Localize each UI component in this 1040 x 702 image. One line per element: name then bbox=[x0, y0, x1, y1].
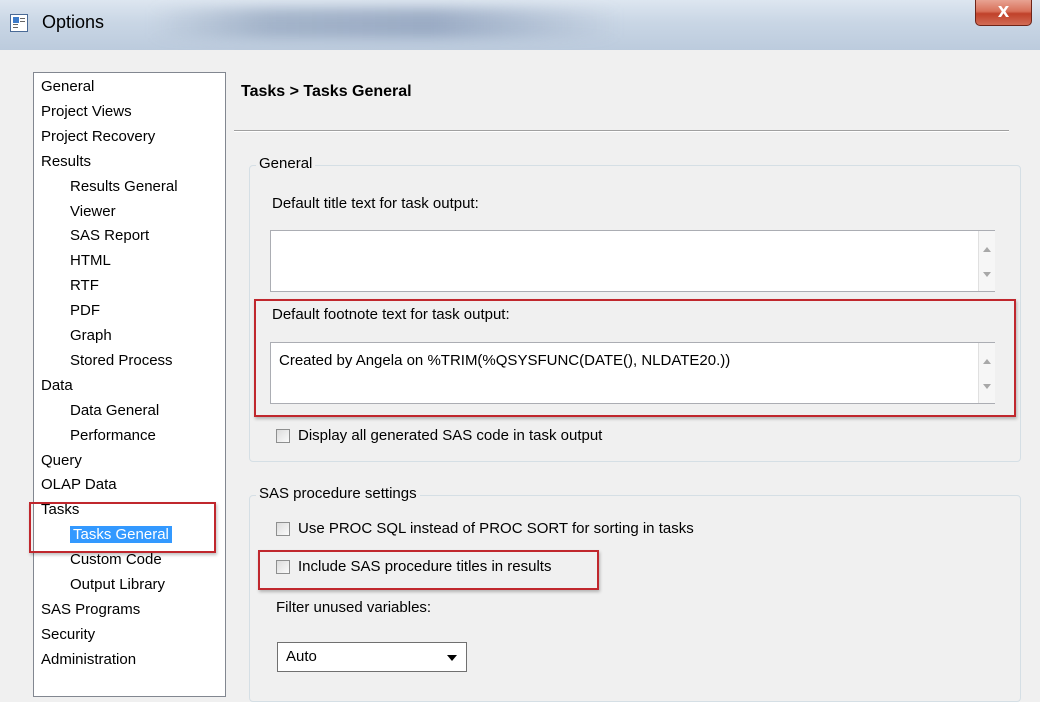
close-button[interactable]: X bbox=[975, 0, 1032, 26]
nav-item-pdf[interactable]: PDF bbox=[70, 299, 100, 323]
include-titles-option[interactable]: Include SAS procedure titles in results bbox=[276, 558, 596, 578]
nav-item-graph[interactable]: Graph bbox=[70, 324, 112, 348]
nav-item-label: Stored Process bbox=[70, 351, 173, 369]
nav-item-label: Performance bbox=[70, 426, 156, 444]
nav-item-rtf[interactable]: RTF bbox=[70, 274, 99, 298]
display-code-label[interactable]: Display all generated SAS code in task o… bbox=[298, 427, 602, 444]
nav-item-performance[interactable]: Performance bbox=[70, 424, 156, 448]
nav-item-query[interactable]: Query bbox=[41, 449, 82, 473]
title-text-label: Default title text for task output: bbox=[272, 195, 479, 212]
window-title: Options bbox=[42, 12, 105, 32]
nav-item-general[interactable]: General bbox=[41, 75, 94, 99]
nav-item-viewer[interactable]: Viewer bbox=[70, 200, 116, 224]
nav-item-project-recovery[interactable]: Project Recovery bbox=[41, 125, 155, 149]
nav-item-label: General bbox=[41, 78, 95, 95]
page-title: Tasks > Tasks General bbox=[241, 83, 412, 100]
nav-item-security[interactable]: Security bbox=[41, 623, 95, 647]
nav-item-label: SAS Programs bbox=[41, 600, 141, 618]
options-window-icon bbox=[10, 14, 28, 32]
nav-item-stored-process[interactable]: Stored Process bbox=[70, 349, 173, 373]
scroll-down-icon[interactable] bbox=[983, 272, 991, 277]
nav-item-label: Custom Code bbox=[70, 551, 162, 569]
nav-item-label: Project Views bbox=[41, 102, 132, 120]
general-group-label: General bbox=[256, 155, 316, 172]
nav-item-label: Project Recovery bbox=[41, 127, 156, 145]
display-code-checkbox[interactable] bbox=[276, 429, 290, 443]
filter-unused-label: Filter unused variables: bbox=[276, 599, 432, 616]
nav-item-label: Output Library bbox=[70, 576, 166, 593]
footnote-text-label: Default footnote text for task output: bbox=[272, 306, 510, 323]
chevron-down-icon[interactable] bbox=[447, 655, 457, 661]
nav-item-html[interactable]: HTML bbox=[70, 249, 111, 273]
options-nav-tree[interactable]: General Project Views Project Recovery Resu… bbox=[33, 72, 226, 697]
nav-item-label: SAS Report bbox=[70, 227, 150, 245]
display-code-option[interactable]: Display all generated SAS code in task o… bbox=[276, 427, 676, 447]
footnote-text-scrollbar[interactable] bbox=[978, 343, 995, 403]
title-text-input[interactable] bbox=[270, 230, 995, 292]
scroll-down-icon[interactable] bbox=[983, 384, 991, 389]
nav-item-label: Query bbox=[41, 451, 82, 469]
nav-item-sas-programs[interactable]: SAS Programs bbox=[41, 598, 140, 622]
nav-item-label: OLAP Data bbox=[41, 476, 117, 494]
title-text-scrollbar[interactable] bbox=[978, 231, 995, 291]
nav-item-data-general[interactable]: Data General bbox=[70, 399, 159, 423]
proc-settings-group-label: SAS procedure settings bbox=[256, 485, 420, 502]
nav-item-data[interactable]: Data bbox=[41, 374, 73, 398]
nav-item-label: Tasks General bbox=[70, 526, 172, 544]
nav-item-label: Results bbox=[41, 152, 92, 170]
proc-sql-checkbox[interactable] bbox=[276, 522, 290, 536]
proc-sql-option[interactable]: Use PROC SQL instead of PROC SORT for so… bbox=[276, 520, 756, 540]
nav-item-tasks-general[interactable]: Tasks General bbox=[70, 523, 172, 547]
include-titles-checkbox[interactable] bbox=[276, 560, 290, 574]
nav-item-label: RTF bbox=[70, 277, 99, 295]
nav-item-label: Data bbox=[41, 376, 73, 394]
nav-item-label: Results General bbox=[70, 177, 178, 195]
nav-item-label: PDF bbox=[70, 302, 100, 320]
nav-item-custom-code[interactable]: Custom Code bbox=[70, 548, 162, 572]
title-separator bbox=[234, 130, 1009, 132]
nav-item-label: Security bbox=[41, 625, 96, 643]
nav-item-label: Viewer bbox=[70, 202, 116, 220]
nav-item-tasks[interactable]: Tasks bbox=[41, 498, 79, 522]
nav-item-results-general[interactable]: Results General bbox=[70, 175, 178, 199]
options-dialog: General Project Views Project Recovery Resu… bbox=[0, 50, 1040, 702]
scroll-up-icon[interactable] bbox=[983, 359, 991, 364]
proc-sql-label[interactable]: Use PROC SQL instead of PROC SORT for so… bbox=[298, 520, 694, 537]
nav-item-label: Data General bbox=[70, 401, 160, 419]
nav-item-output-library[interactable]: Output Library bbox=[70, 573, 165, 597]
nav-item-sas-report[interactable]: SAS Report bbox=[70, 224, 149, 248]
nav-item-label: Graph bbox=[70, 327, 112, 344]
nav-item-label: Administration bbox=[41, 650, 137, 668]
nav-item-results[interactable]: Results bbox=[41, 150, 91, 174]
nav-item-project-views[interactable]: Project Views bbox=[41, 100, 132, 124]
footnote-text-input[interactable]: Created by Angela on %TRIM(%QSYSFUNC(DAT… bbox=[270, 342, 995, 404]
nav-item-olap-data[interactable]: OLAP Data bbox=[41, 473, 117, 497]
filter-unused-value: Auto bbox=[286, 648, 317, 665]
nav-item-label: HTML bbox=[70, 252, 111, 270]
nav-item-label: Tasks bbox=[41, 501, 80, 519]
title-bar: Options X bbox=[0, 0, 1040, 50]
filter-unused-select[interactable]: Auto bbox=[277, 642, 467, 672]
nav-item-administration[interactable]: Administration bbox=[41, 648, 136, 672]
title-bar-background bbox=[150, 8, 620, 38]
scroll-up-icon[interactable] bbox=[983, 247, 991, 252]
include-titles-label[interactable]: Include SAS procedure titles in results bbox=[298, 558, 551, 575]
